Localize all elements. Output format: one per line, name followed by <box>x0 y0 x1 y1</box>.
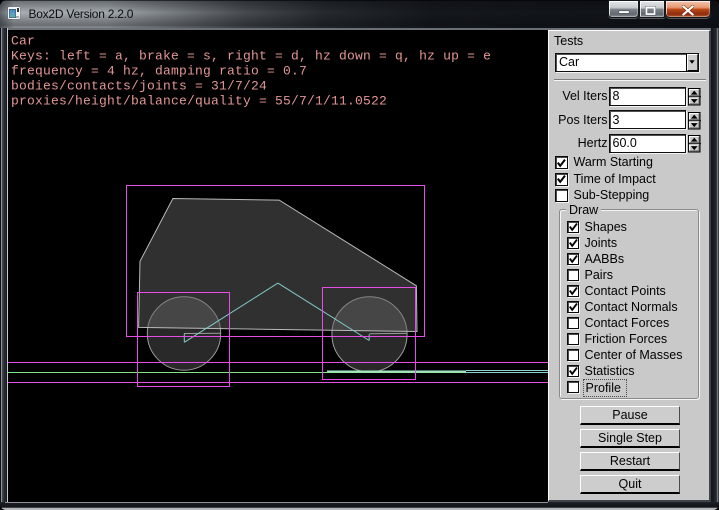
svg-text:frequency = 4 hz, damping rati: frequency = 4 hz, damping ratio = 0.7 <box>11 64 307 79</box>
svg-text:proxies/height/balance/quality: proxies/height/balance/quality = 55/7/1/… <box>11 94 387 109</box>
svg-text:bodies/contacts/joints = 31/7/: bodies/contacts/joints = 31/7/24 <box>11 79 267 94</box>
svg-text:Keys: left = a, brake = s, rig: Keys: left = a, brake = s, right = d, hz… <box>11 49 491 64</box>
svg-text:Car: Car <box>11 34 35 49</box>
